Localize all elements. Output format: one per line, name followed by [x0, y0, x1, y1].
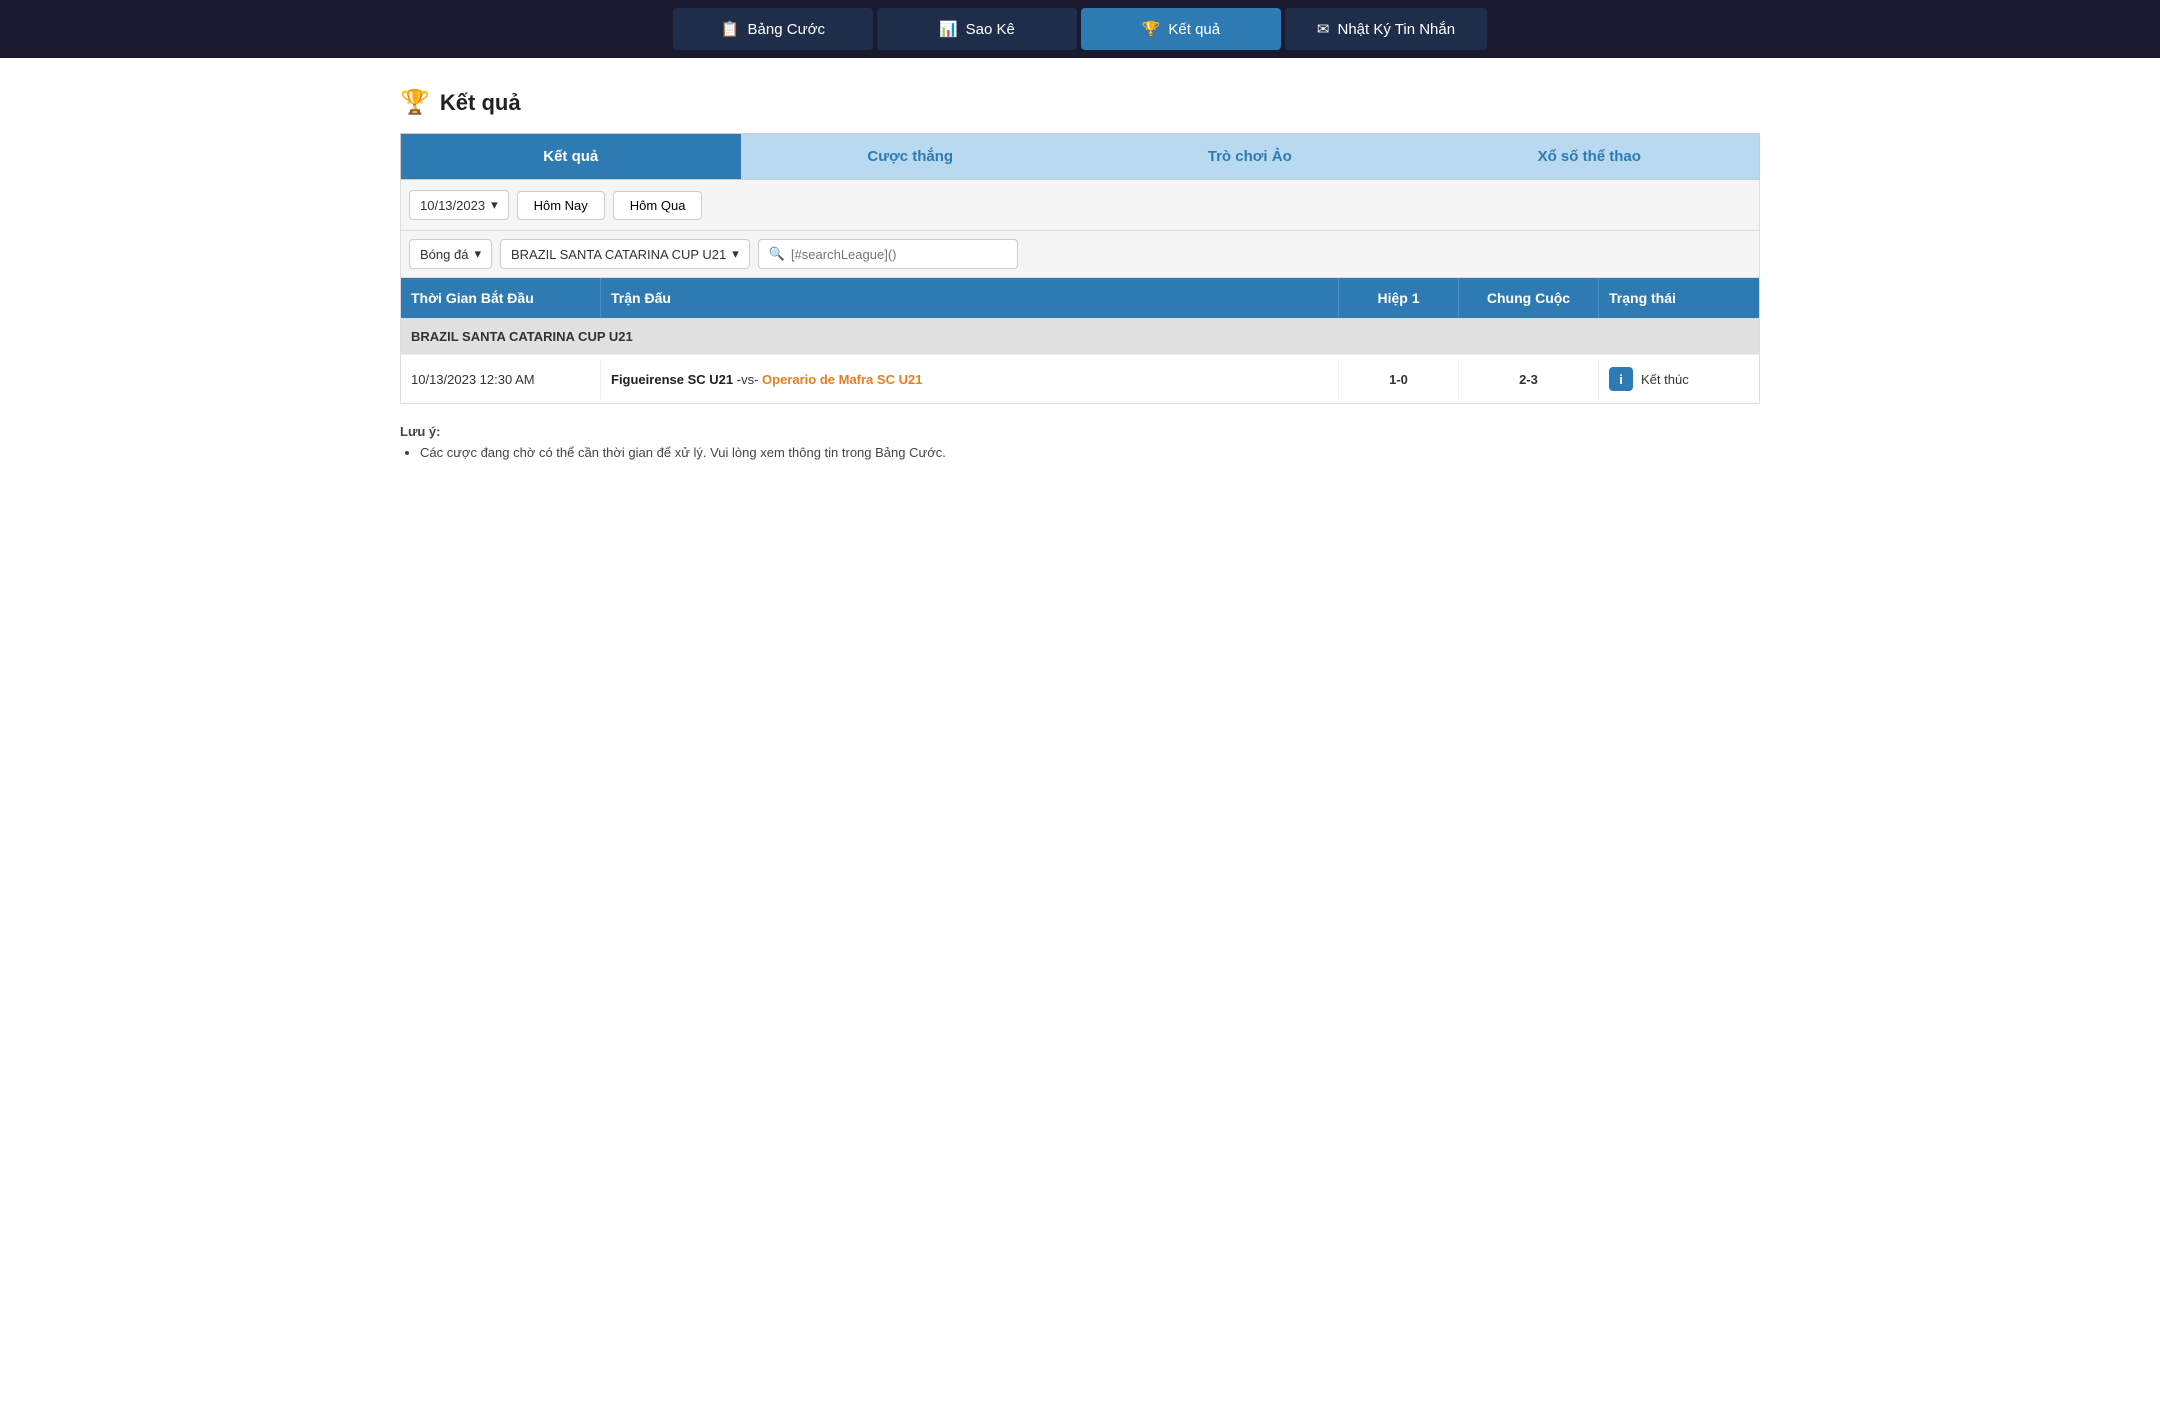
page-content: 🏆 Kết quả Kết quả Cược thắng Trò chơi Ảo… [380, 58, 1780, 494]
bang-cuoc-icon: 📋 [721, 20, 740, 38]
match-status: i Kết thúc [1599, 355, 1759, 403]
nav-sao-ke-label: Sao Kê [966, 21, 1015, 38]
sao-ke-icon: 📊 [939, 20, 958, 38]
notes-list: Các cược đang chờ có thể cần thời gian đ… [400, 445, 1760, 460]
sport-chevron-icon [474, 246, 481, 262]
nav-nhat-ky[interactable]: ✉ Nhật Ký Tin Nhắn [1285, 8, 1487, 50]
nav-bang-cuoc[interactable]: 📋 Bảng Cước [673, 8, 873, 50]
info-button[interactable]: i [1609, 367, 1633, 391]
vs-separator: -vs- [737, 372, 759, 387]
nav-bang-cuoc-label: Bảng Cước [748, 21, 825, 38]
filter-row-2: Bóng đá BRAZIL SANTA CATARINA CUP U21 🔍 [400, 231, 1760, 278]
filter-row-1: 10/13/2023 Hôm Nay Hôm Qua [400, 180, 1760, 231]
nav-sao-ke[interactable]: 📊 Sao Kê [877, 8, 1077, 50]
league-chevron-icon [732, 246, 739, 262]
note-item: Các cược đang chờ có thể cần thời gian đ… [420, 445, 1760, 460]
sport-label: Bóng đá [420, 247, 468, 262]
tabs-row: Kết quả Cược thắng Trò chơi Ảo Xổ số thể… [400, 133, 1760, 180]
header-time: Thời Gian Bắt Đầu [401, 278, 601, 318]
full-score: 2-3 [1459, 360, 1599, 399]
table-header: Thời Gian Bắt Đầu Trận Đấu Hiệp 1 Chung … [401, 278, 1759, 318]
yesterday-button[interactable]: Hôm Qua [613, 191, 703, 220]
nav-ket-qua-label: Kết quả [1168, 21, 1220, 38]
notes-section: Lưu ý: Các cược đang chờ có thể cần thời… [400, 424, 1760, 460]
tab-ket-qua[interactable]: Kết quả [401, 134, 741, 179]
header-half: Hiệp 1 [1339, 278, 1459, 318]
header-full: Chung Cuộc [1459, 278, 1599, 318]
tab-tro-choi-ao[interactable]: Trò chơi Ảo [1080, 134, 1420, 179]
half-score: 1-0 [1339, 360, 1459, 399]
nav-ket-qua[interactable]: 🏆 Kết quả [1081, 8, 1281, 50]
notes-title: Lưu ý: [400, 424, 1760, 439]
header-match: Trận Đấu [601, 278, 1339, 318]
nhat-ky-icon: ✉ [1317, 20, 1330, 38]
table-row: 10/13/2023 12:30 AM Figueirense SC U21 -… [401, 354, 1759, 403]
match-teams: Figueirense SC U21 -vs- Operario de Mafr… [601, 360, 1339, 399]
league-label: BRAZIL SANTA CATARINA CUP U21 [511, 247, 726, 262]
tab-xo-so[interactable]: Xổ số thể thao [1420, 134, 1760, 179]
match-time: 10/13/2023 12:30 AM [401, 360, 601, 399]
league-search-box[interactable]: 🔍 [758, 239, 1018, 269]
status-text: Kết thúc [1641, 372, 1689, 387]
sport-select[interactable]: Bóng đá [409, 239, 492, 269]
section-icon: 🏆 [400, 88, 430, 117]
team-away: Operario de Mafra SC U21 [762, 372, 922, 387]
today-button[interactable]: Hôm Nay [517, 191, 605, 220]
search-icon: 🔍 [769, 246, 785, 262]
header-status: Trạng thái [1599, 278, 1759, 318]
ket-qua-nav-icon: 🏆 [1142, 20, 1161, 38]
search-input[interactable] [791, 247, 1007, 262]
section-title-text: Kết quả [440, 90, 521, 116]
nav-nhat-ky-label: Nhật Ký Tin Nhắn [1338, 21, 1456, 38]
league-select[interactable]: BRAZIL SANTA CATARINA CUP U21 [500, 239, 750, 269]
group-brazil: BRAZIL SANTA CATARINA CUP U21 [401, 318, 1759, 354]
date-picker[interactable]: 10/13/2023 [409, 190, 509, 220]
date-value: 10/13/2023 [420, 198, 485, 213]
section-title: 🏆 Kết quả [400, 88, 1760, 117]
results-table: Thời Gian Bắt Đầu Trận Đấu Hiệp 1 Chung … [400, 278, 1760, 404]
chevron-down-icon [491, 197, 498, 213]
tab-cuoc-thang[interactable]: Cược thắng [741, 134, 1081, 179]
top-navigation: 📋 Bảng Cước 📊 Sao Kê 🏆 Kết quả ✉ Nhật Ký… [0, 0, 2160, 58]
team-home: Figueirense SC U21 [611, 372, 733, 387]
